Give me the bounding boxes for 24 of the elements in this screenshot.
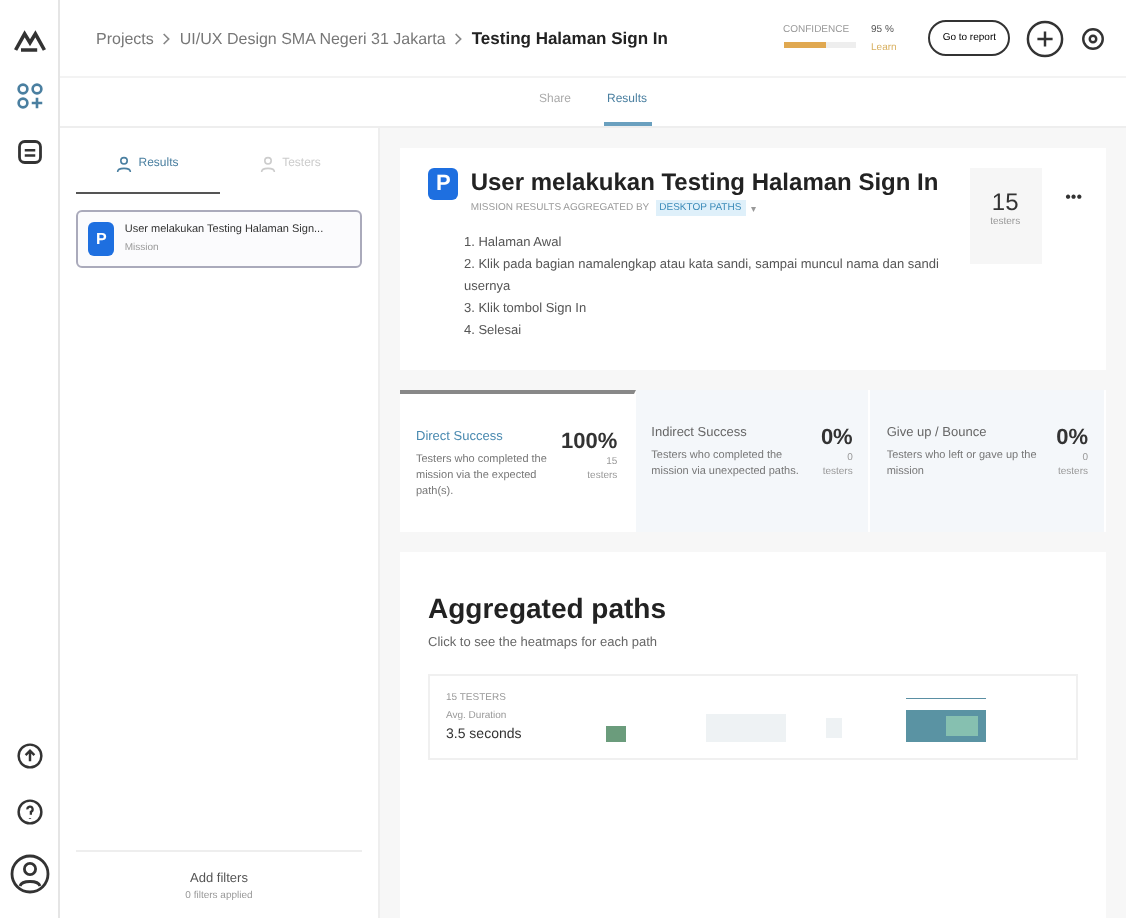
- paths-heading: Aggregated paths: [428, 592, 669, 624]
- metric-value: 0%: [1056, 426, 1089, 450]
- logo-icon[interactable]: [11, 28, 47, 54]
- breadcrumb-item[interactable]: Projects: [96, 29, 154, 47]
- breadcrumb-item: Testing Halaman Sign In: [471, 28, 668, 48]
- help-icon[interactable]: [15, 798, 43, 826]
- breadcrumb-item[interactable]: UI/UX Design SMA Negeri 31 Jakarta: [179, 29, 446, 47]
- more-button[interactable]: •••: [1057, 168, 1090, 226]
- metric-value: 0%: [820, 426, 853, 450]
- user-icon[interactable]: [9, 854, 49, 894]
- testers-count: 15: [991, 188, 1019, 216]
- person-icon: [260, 156, 277, 172]
- grid-icon[interactable]: [15, 82, 43, 110]
- chevron-icon: [161, 31, 172, 45]
- mission-badge: P: [428, 168, 459, 200]
- database-icon[interactable]: [15, 138, 43, 166]
- mission-heading: User melakukan Testing Halaman Sign In: [470, 168, 939, 196]
- metric-value: 100%: [561, 430, 618, 454]
- person-icon: [116, 156, 133, 172]
- mission-badge: P: [88, 222, 115, 256]
- settings-icon[interactable]: [1080, 25, 1106, 51]
- chevron-icon: [453, 31, 464, 45]
- upload-icon[interactable]: [15, 742, 43, 770]
- add-icon[interactable]: [1026, 19, 1064, 57]
